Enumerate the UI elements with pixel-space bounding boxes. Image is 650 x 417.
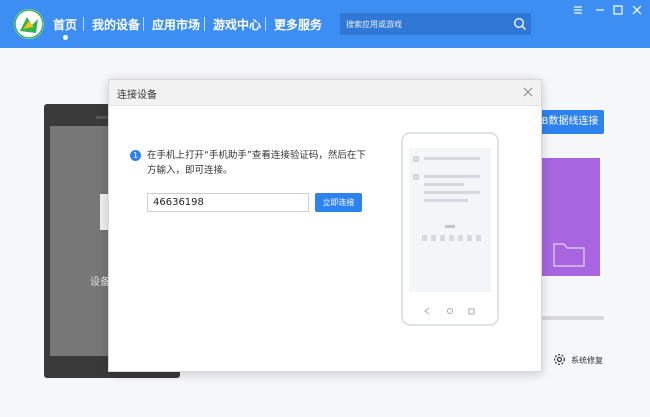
phone-illustration-icon xyxy=(401,132,499,326)
nav-item-more-services[interactable]: 更多服务 xyxy=(274,16,322,33)
search-box xyxy=(340,13,531,35)
top-bar: 首页 我的设备 应用市场 游戏中心 更多服务 xyxy=(0,0,650,48)
close-icon[interactable] xyxy=(630,4,644,16)
close-icon[interactable] xyxy=(522,86,534,98)
connect-now-button[interactable]: 立即连接 xyxy=(315,193,362,212)
folder-icon xyxy=(553,243,585,267)
connect-device-dialog: 连接设备 1 在手机上打开“手机助手”查看连接验证码，然后在下方输入，即可连接。… xyxy=(108,79,542,372)
nav-item-home[interactable]: 首页 xyxy=(53,16,77,40)
system-repair-label[interactable]: 系统修复 xyxy=(571,355,603,366)
nav-divider xyxy=(143,17,144,31)
maximize-icon[interactable] xyxy=(611,4,625,16)
gear-icon[interactable] xyxy=(553,353,566,366)
phone-status-label: 设备 xyxy=(90,277,110,288)
search-icon[interactable] xyxy=(513,17,527,31)
step-number-badge: 1 xyxy=(130,150,141,161)
nav-item-game-center[interactable]: 游戏中心 xyxy=(213,16,261,33)
progress-bar xyxy=(540,316,604,320)
nav-divider xyxy=(204,17,205,31)
nav-divider xyxy=(265,17,266,31)
nav-divider xyxy=(83,17,84,31)
nav-item-my-devices[interactable]: 我的设备 xyxy=(92,16,140,33)
menu-icon[interactable] xyxy=(571,4,585,16)
dialog-header: 连接设备 xyxy=(109,80,541,106)
search-input[interactable] xyxy=(340,13,505,35)
promo-banner[interactable] xyxy=(540,158,600,276)
nav-item-app-market[interactable]: 应用市场 xyxy=(152,16,200,33)
dialog-title: 连接设备 xyxy=(117,90,157,101)
verification-code-input[interactable] xyxy=(147,193,309,212)
minimize-icon[interactable] xyxy=(593,4,607,16)
app-logo-icon xyxy=(14,9,44,39)
instruction-text: 在手机上打开“手机助手”查看连接验证码，然后在下方输入，即可连接。 xyxy=(147,150,366,176)
